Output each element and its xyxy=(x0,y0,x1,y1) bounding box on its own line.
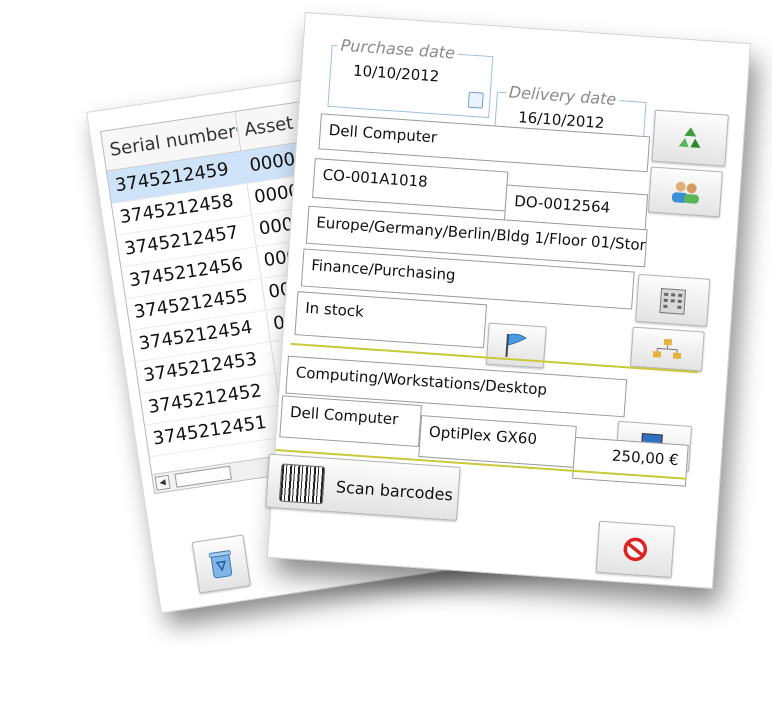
price-field[interactable]: 250,00 € xyxy=(572,436,689,487)
building-button[interactable] xyxy=(635,273,711,327)
contacts-button[interactable] xyxy=(647,166,723,218)
order-number-field[interactable]: CO-001A1018 xyxy=(312,158,509,212)
manufacturer-field[interactable]: Dell Computer xyxy=(279,395,422,448)
org-chart-icon xyxy=(652,338,682,360)
calendar-icon[interactable] xyxy=(467,91,484,109)
people-icon xyxy=(671,181,699,204)
delete-button[interactable] xyxy=(191,534,251,594)
barcode-icon xyxy=(278,463,326,505)
status-field[interactable]: In stock xyxy=(294,291,488,349)
cancel-button[interactable] xyxy=(595,520,676,578)
scan-barcodes-button[interactable]: Scan barcodes xyxy=(265,453,461,521)
flag-icon xyxy=(505,333,527,357)
recycle-button[interactable] xyxy=(651,109,729,167)
recycle-bin-icon xyxy=(208,550,233,579)
asset-tag-cell xyxy=(270,340,276,341)
purchase-date-value: 10/10/2012 xyxy=(352,61,440,86)
scroll-thumb[interactable] xyxy=(174,465,232,488)
building-icon xyxy=(659,288,687,315)
prohibited-icon xyxy=(623,537,648,562)
recycle-icon xyxy=(678,127,701,148)
asset-details-sheet: 10/10/2012 Purchase date 16/10/2012 Deli… xyxy=(265,12,751,589)
scroll-left-arrow-icon[interactable]: ◀ xyxy=(154,474,171,491)
organization-button[interactable] xyxy=(630,326,705,372)
